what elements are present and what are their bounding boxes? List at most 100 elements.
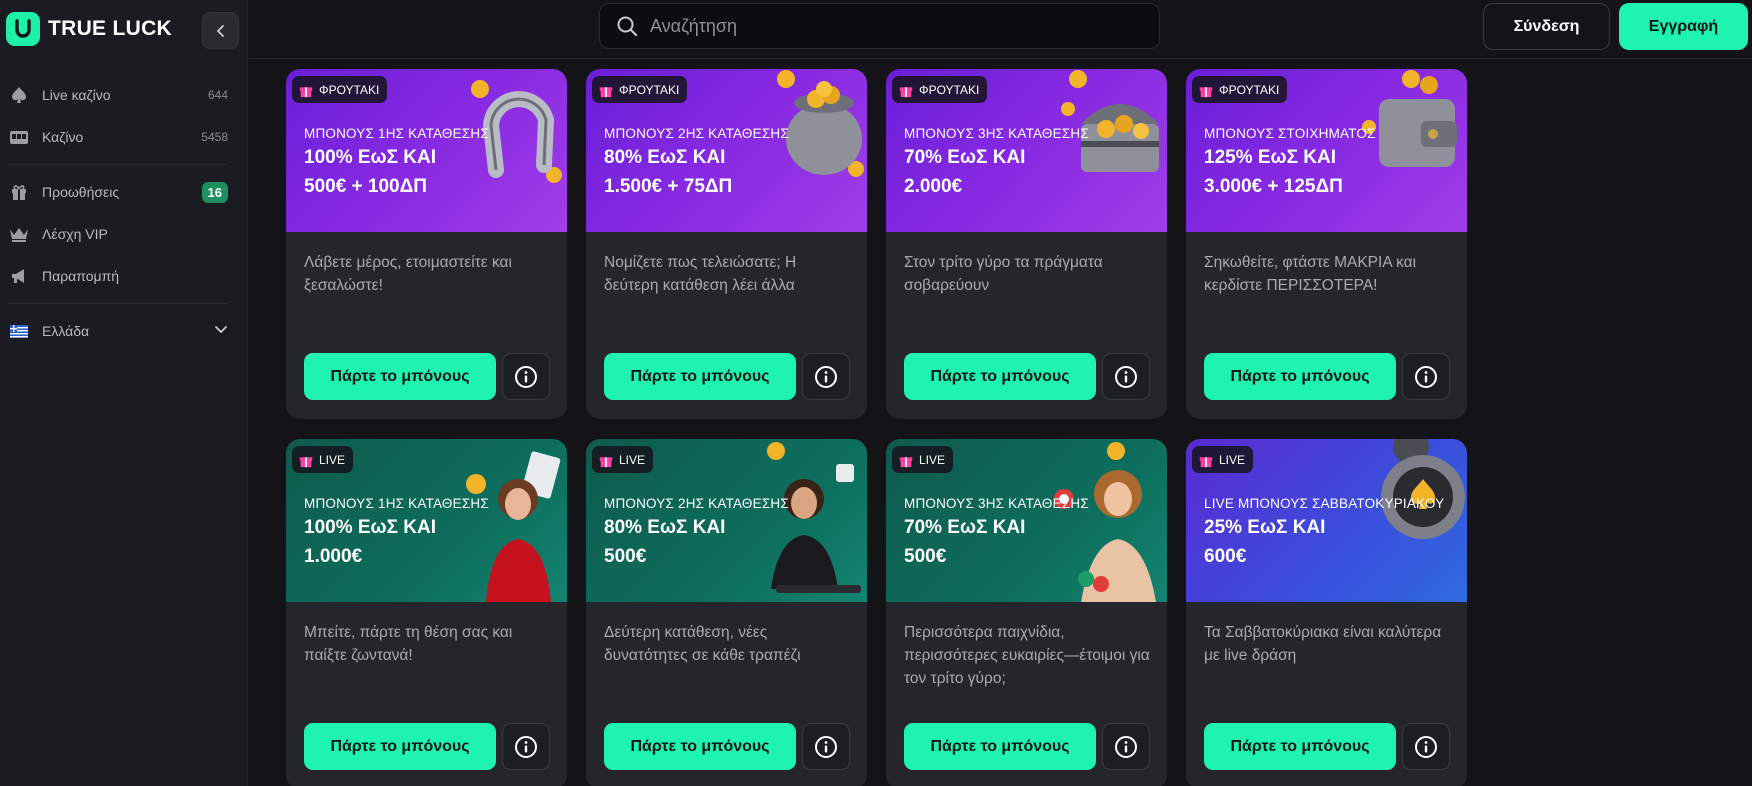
promo-description: Μπείτε, πάρτε τη θέση σας και παίξτε ζων… [304, 624, 513, 664]
info-icon [815, 735, 837, 758]
gift-icon [599, 456, 613, 467]
category-tag: LIVE [1192, 446, 1254, 473]
promo-subtitle: ΜΠΟΝΟΥΣ 2ΗΣ ΚΑΤΑΘΕΣΗΣ [604, 126, 789, 141]
info-icon [515, 365, 537, 388]
promo-card: ΦΡΟΥΤΑΚΙ ΜΠΟΝΟΥΣ ΣΤΟΙΧΗΜΑΤΟΣ 125% ΕωΣ ΚΑ… [1186, 69, 1467, 419]
promo-banner[interactable]: ΦΡΟΥΤΑΚΙ ΜΠΟΝΟΥΣ ΣΤΟΙΧΗΜΑΤΟΣ 125% ΕωΣ ΚΑ… [1186, 69, 1467, 232]
claim-label: Πάρτε το μπόνους [1230, 737, 1370, 755]
promo-amount: 2.000€ [904, 176, 963, 197]
promo-banner[interactable]: LIVE LIVE ΜΠΟΝΟΥΣ ΣΑΒΒΑΤΟΚΥΡΙΑΚΟΥ 25% Εω… [1186, 439, 1467, 602]
promo-banner[interactable]: LIVE ΜΠΟΝΟΥΣ 2ΗΣ ΚΑΤΑΘΕΣΗΣ 80% ΕωΣ ΚΑΙ 5… [586, 439, 867, 602]
brand-name: TRUE LUCK [48, 17, 173, 40]
info-icon [1415, 735, 1437, 758]
info-icon [815, 365, 837, 388]
promo-card: LIVE ΜΠΟΝΟΥΣ 1ΗΣ ΚΑΤΑΘΕΣΗΣ 100% ΕωΣ ΚΑΙ … [286, 439, 567, 786]
claim-bonus-button[interactable]: Πάρτε το μπόνους [304, 353, 496, 400]
sidebar-item-vip-club[interactable]: Λέσχη VIP [0, 213, 248, 255]
promo-headline: 100% ΕωΣ ΚΑΙ [304, 147, 436, 168]
country-selector[interactable]: Ελλάδα [0, 310, 248, 352]
claim-bonus-button[interactable]: Πάρτε το μπόνους [304, 723, 496, 770]
search-input[interactable]: Αναζήτηση [599, 3, 1160, 49]
sidebar-item-label: Λέσχη VIP [42, 226, 108, 242]
sidebar-item-label: Live καζίνο [42, 87, 111, 103]
promo-banner[interactable]: ΦΡΟΥΤΑΚΙ ΜΠΟΝΟΥΣ 2ΗΣ ΚΑΤΑΘΕΣΗΣ 80% ΕωΣ Κ… [586, 69, 867, 232]
spade-icon [8, 84, 30, 106]
promo-card: ΦΡΟΥΤΑΚΙ ΜΠΟΝΟΥΣ 1ΗΣ ΚΑΤΑΘΕΣΗΣ 100% ΕωΣ … [286, 69, 567, 419]
sidebar-item-label: Καζίνο [42, 129, 84, 145]
gift-icon [299, 86, 313, 97]
info-button[interactable] [502, 723, 550, 770]
claim-bonus-button[interactable]: Πάρτε το μπόνους [1204, 723, 1396, 770]
promo-banner[interactable]: ΦΡΟΥΤΑΚΙ ΜΠΟΝΟΥΣ 3ΗΣ ΚΑΤΑΘΕΣΗΣ 70% ΕωΣ Κ… [886, 69, 1167, 232]
promo-banner[interactable]: ΦΡΟΥΤΑΚΙ ΜΠΟΝΟΥΣ 1ΗΣ ΚΑΤΑΘΕΣΗΣ 100% ΕωΣ … [286, 69, 567, 232]
collapse-sidebar-button[interactable] [202, 12, 239, 49]
info-icon [1415, 365, 1437, 388]
register-button[interactable]: Εγγραφή [1619, 3, 1748, 50]
header: Αναζήτηση Σύνδεση Εγγραφή [249, 0, 1752, 59]
sidebar-item-promotions[interactable]: Προωθήσεις 16 [0, 171, 248, 213]
sidebar-nav: Live καζίνο 644 Καζίνο 5458 Προωθήσεις 1… [0, 74, 248, 352]
logo[interactable]: TRUE LUCK [6, 12, 172, 46]
gift-icon [899, 86, 913, 97]
megaphone-icon [8, 265, 30, 287]
claim-bonus-button[interactable]: Πάρτε το μπόνους [604, 723, 796, 770]
promo-headline: 70% ΕωΣ ΚΑΙ [904, 517, 1026, 538]
info-button[interactable] [1402, 723, 1450, 770]
promo-subtitle: ΜΠΟΝΟΥΣ 3ΗΣ ΚΑΤΑΘΕΣΗΣ [904, 496, 1089, 511]
sidebar-item-referral[interactable]: Παραπομπή [0, 255, 248, 297]
info-button[interactable] [802, 353, 850, 400]
claim-bonus-button[interactable]: Πάρτε το μπόνους [1204, 353, 1396, 400]
claim-label: Πάρτε το μπόνους [630, 737, 770, 755]
tag-label: LIVE [619, 452, 646, 467]
category-tag: ΦΡΟΥΤΑΚΙ [592, 76, 688, 103]
promo-banner[interactable]: LIVE ΜΠΟΝΟΥΣ 1ΗΣ ΚΑΤΑΘΕΣΗΣ 100% ΕωΣ ΚΑΙ … [286, 439, 567, 602]
promo-description: Σηκωθείτε, φτάστε ΜΑΚΡΙΑ και κερδίστε ΠΕ… [1204, 254, 1417, 294]
info-button[interactable] [502, 353, 550, 400]
chevron-down-icon [214, 322, 228, 341]
search-placeholder: Αναζήτηση [650, 15, 737, 36]
gift-icon [1199, 86, 1213, 97]
login-button[interactable]: Σύνδεση [1483, 3, 1610, 50]
promo-amount: 600€ [1204, 546, 1247, 567]
promo-amount: 500€ + 100ΔΠ [304, 176, 427, 197]
category-tag: ΦΡΟΥΤΑΚΙ [1192, 76, 1288, 103]
sidebar-item-casino[interactable]: Καζίνο 5458 [0, 116, 248, 158]
sidebar-item-live-casino[interactable]: Live καζίνο 644 [0, 74, 248, 116]
promo-card: LIVE ΜΠΟΝΟΥΣ 2ΗΣ ΚΑΤΑΘΕΣΗΣ 80% ΕωΣ ΚΑΙ 5… [586, 439, 867, 786]
promo-card: LIVE LIVE ΜΠΟΝΟΥΣ ΣΑΒΒΑΤΟΚΥΡΙΑΚΟΥ 25% Εω… [1186, 439, 1467, 786]
live-dealer-art-icon [1054, 442, 1156, 602]
tag-label: LIVE [919, 452, 946, 467]
category-tag: ΦΡΟΥΤΑΚΙ [892, 76, 988, 103]
promo-card: ΦΡΟΥΤΑΚΙ ΜΠΟΝΟΥΣ 3ΗΣ ΚΑΤΑΘΕΣΗΣ 70% ΕωΣ Κ… [886, 69, 1167, 419]
promo-headline: 80% ΕωΣ ΚΑΙ [604, 147, 726, 168]
promo-card: LIVE ΜΠΟΝΟΥΣ 3ΗΣ ΚΑΤΑΘΕΣΗΣ 70% ΕωΣ ΚΑΙ 5… [886, 439, 1167, 786]
info-button[interactable] [1102, 723, 1150, 770]
tag-label: ΦΡΟΥΤΑΚΙ [319, 82, 380, 97]
claim-label: Πάρτε το μπόνους [330, 367, 470, 385]
sidebar-item-label: Προωθήσεις [42, 184, 120, 200]
promo-banner[interactable]: LIVE ΜΠΟΝΟΥΣ 3ΗΣ ΚΑΤΑΘΕΣΗΣ 70% ΕωΣ ΚΑΙ 5… [886, 439, 1167, 602]
promo-description: Περισσότερα παιχνίδια, περισσότερες ευκα… [904, 624, 1150, 687]
category-tag: ΦΡΟΥΤΑΚΙ [292, 76, 388, 103]
promo-subtitle: ΜΠΟΝΟΥΣ 1ΗΣ ΚΑΤΑΘΕΣΗΣ [304, 496, 489, 511]
info-icon [1115, 365, 1137, 388]
tag-label: ΦΡΟΥΤΑΚΙ [619, 82, 680, 97]
claim-bonus-button[interactable]: Πάρτε το μπόνους [904, 723, 1096, 770]
info-button[interactable] [802, 723, 850, 770]
promo-amount: 3.000€ + 125ΔΠ [1204, 176, 1343, 197]
crown-icon [8, 223, 30, 245]
country-label: Ελλάδα [42, 323, 90, 339]
claim-bonus-button[interactable]: Πάρτε το μπόνους [904, 353, 1096, 400]
divider [8, 164, 228, 165]
info-icon [1115, 735, 1137, 758]
info-button[interactable] [1402, 353, 1450, 400]
sidebar: TRUE LUCK Live καζίνο 644 Καζίνο 5458 Πρ… [0, 0, 248, 786]
info-icon [515, 735, 537, 758]
claim-bonus-button[interactable]: Πάρτε το μπόνους [604, 353, 796, 400]
promo-description: Στον τρίτο γύρο τα πράγματα σοβαρεύουν [904, 254, 1103, 294]
info-button[interactable] [1102, 353, 1150, 400]
promo-amount: 500€ [904, 546, 947, 567]
sidebar-item-label: Παραπομπή [42, 268, 120, 284]
promotions-count-badge: 16 [201, 181, 228, 203]
tag-label: LIVE [1219, 452, 1246, 467]
